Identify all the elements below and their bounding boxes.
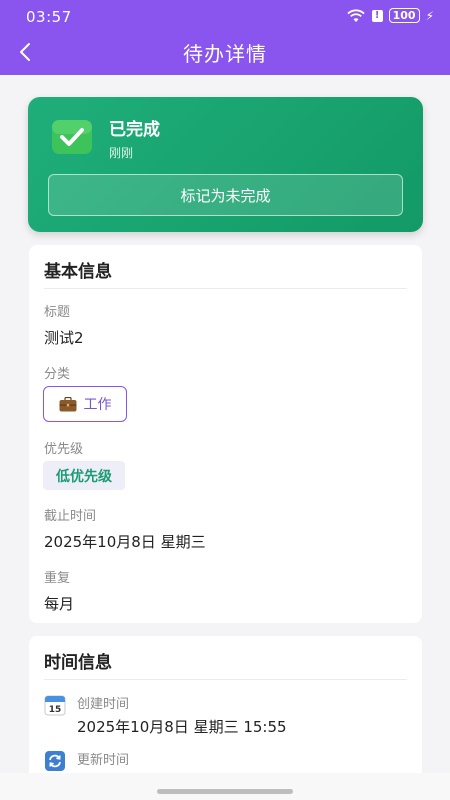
created-time-label: 创建时间 — [77, 697, 130, 712]
deadline-value: 2025年10月8日 星期三 — [44, 533, 206, 551]
repeat-value: 每月 — [44, 595, 75, 613]
category-label: 分类 — [44, 367, 71, 382]
created-time-value: 2025年10月8日 星期三 15:55 — [77, 718, 287, 736]
mark-incomplete-button[interactable]: 标记为未完成 — [48, 174, 403, 216]
briefcase-icon — [59, 396, 76, 411]
category-value: 工作 — [83, 397, 112, 413]
title-label: 标题 — [44, 305, 71, 320]
completion-status-card: 已完成 刚刚 标记为未完成 — [28, 97, 423, 232]
priority-badge: 低优先级 — [43, 461, 125, 490]
repeat-label: 重复 — [44, 571, 71, 586]
divider — [44, 679, 407, 680]
section-title-time-info: 时间信息 — [44, 653, 112, 673]
page-title: 待办详情 — [183, 42, 267, 66]
title-value: 测试2 — [44, 329, 84, 347]
charging-icon: ⚡ — [425, 8, 434, 23]
check-icon — [52, 120, 92, 154]
section-title-basic-info: 基本信息 — [44, 262, 112, 282]
priority-label: 优先级 — [44, 442, 84, 457]
alert-icon: ! — [371, 9, 383, 22]
status-bar-icons: ! 100 ⚡ — [346, 8, 434, 23]
wifi-icon — [346, 8, 365, 22]
calendar-icon: 15 — [44, 695, 66, 716]
completed-time: 刚刚 — [109, 146, 134, 160]
navigation-bar — [0, 773, 450, 800]
battery-level: 100 — [392, 8, 416, 22]
battery-icon: 100 — [388, 8, 420, 23]
refresh-icon — [45, 751, 65, 771]
app-header: 03:57 ! 100 ⚡ 待办详情 — [0, 0, 450, 75]
divider — [44, 288, 407, 289]
status-label: 已完成 — [109, 120, 160, 140]
calendar-day: 15 — [49, 705, 62, 715]
category-chip[interactable]: 工作 — [43, 386, 127, 422]
status-bar-time: 03:57 — [26, 8, 72, 26]
updated-time-label: 更新时间 — [77, 753, 130, 768]
deadline-label: 截止时间 — [44, 509, 97, 524]
time-info-card: 时间信息 15 创建时间 2025年10月8日 星期三 15:55 更新时间 — [29, 636, 422, 786]
basic-info-card: 基本信息 标题 测试2 分类 工作 优先级 低优先级 截止时间 2025年10月… — [29, 245, 422, 623]
home-indicator[interactable] — [157, 789, 293, 794]
